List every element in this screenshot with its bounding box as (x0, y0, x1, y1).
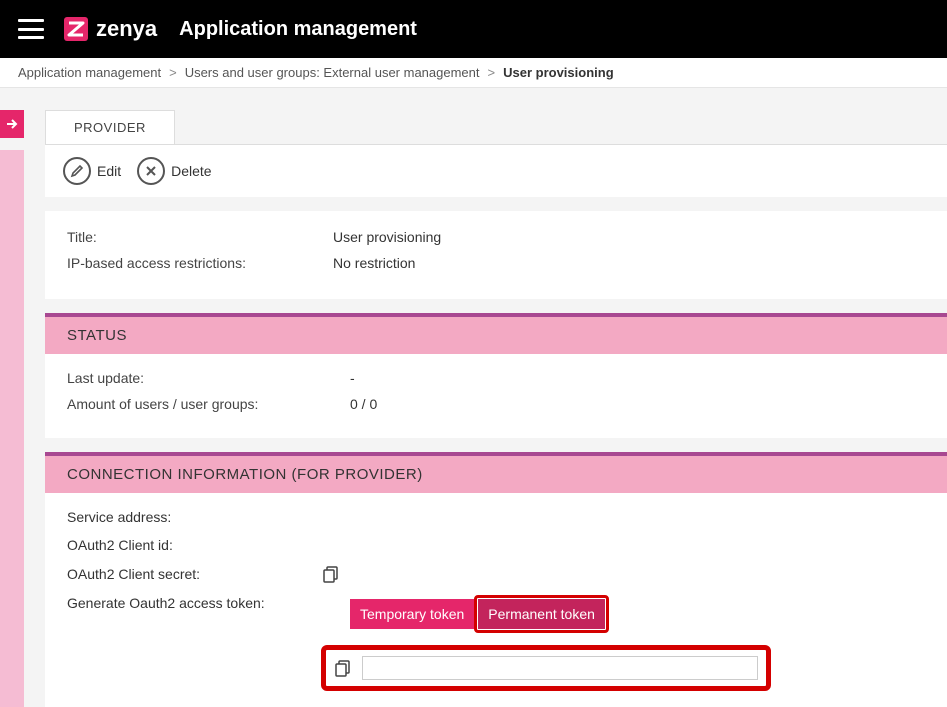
connection-body: Service address: OAuth2 Client id: OAuth… (45, 493, 947, 707)
breadcrumb-link[interactable]: Application management (18, 65, 161, 80)
breadcrumb-link[interactable]: Users and user groups: External user man… (185, 65, 480, 80)
details-panel: Title: User provisioning IP-based access… (45, 211, 947, 299)
generate-token-label: Generate Oauth2 access token: (67, 595, 350, 611)
sidebar-expand-button[interactable] (0, 110, 24, 138)
toolbar: Edit Delete (45, 144, 947, 197)
breadcrumb-separator: > (488, 65, 496, 80)
user-count-value: 0 / 0 (350, 396, 377, 412)
client-secret-label: OAuth2 Client secret: (67, 566, 322, 582)
copy-token-button[interactable] (334, 659, 352, 677)
tab-row: PROVIDER (45, 110, 947, 144)
connection-header: CONNECTION INFORMATION (FOR PROVIDER) (45, 456, 947, 493)
delete-button[interactable]: Delete (137, 157, 211, 185)
client-id-label: OAuth2 Client id: (67, 537, 322, 553)
delete-label: Delete (171, 163, 211, 179)
temporary-token-button[interactable]: Temporary token (350, 599, 474, 629)
copy-icon (334, 659, 352, 677)
edit-label: Edit (97, 163, 121, 179)
user-count-label: Amount of users / user groups: (67, 396, 350, 412)
title-label: Title: (67, 229, 333, 245)
menu-icon[interactable] (18, 19, 44, 39)
edit-button[interactable]: Edit (63, 157, 121, 185)
brand-name: zenya (96, 16, 157, 42)
tab-provider[interactable]: PROVIDER (45, 110, 175, 144)
breadcrumb-current: User provisioning (503, 65, 614, 80)
content-area: PROVIDER Edit Delete Title: User provisi… (0, 88, 947, 707)
brand-logo[interactable]: zenya (62, 15, 157, 43)
sidebar-strip (0, 150, 24, 707)
last-update-value: - (350, 370, 355, 386)
permanent-token-button[interactable]: Permanent token (478, 599, 605, 629)
app-title: Application management (179, 18, 417, 41)
title-value: User provisioning (333, 229, 441, 245)
last-update-label: Last update: (67, 370, 350, 386)
permanent-token-highlight: Permanent token (474, 595, 609, 633)
service-address-label: Service address: (67, 509, 322, 525)
copy-secret-button[interactable] (322, 565, 340, 583)
breadcrumb-separator: > (169, 65, 177, 80)
logo-mark-icon (62, 15, 90, 43)
arrow-right-icon (5, 117, 19, 131)
ip-value: No restriction (333, 255, 415, 271)
token-output-input[interactable] (362, 656, 758, 680)
close-icon (137, 157, 165, 185)
token-output-highlight (321, 645, 771, 691)
breadcrumb: Application management > Users and user … (0, 58, 947, 88)
status-body: Last update: - Amount of users / user gr… (45, 354, 947, 438)
top-bar: zenya Application management (0, 0, 947, 58)
ip-label: IP-based access restrictions: (67, 255, 333, 271)
pencil-icon (63, 157, 91, 185)
status-header: STATUS (45, 317, 947, 354)
copy-icon (322, 565, 340, 583)
